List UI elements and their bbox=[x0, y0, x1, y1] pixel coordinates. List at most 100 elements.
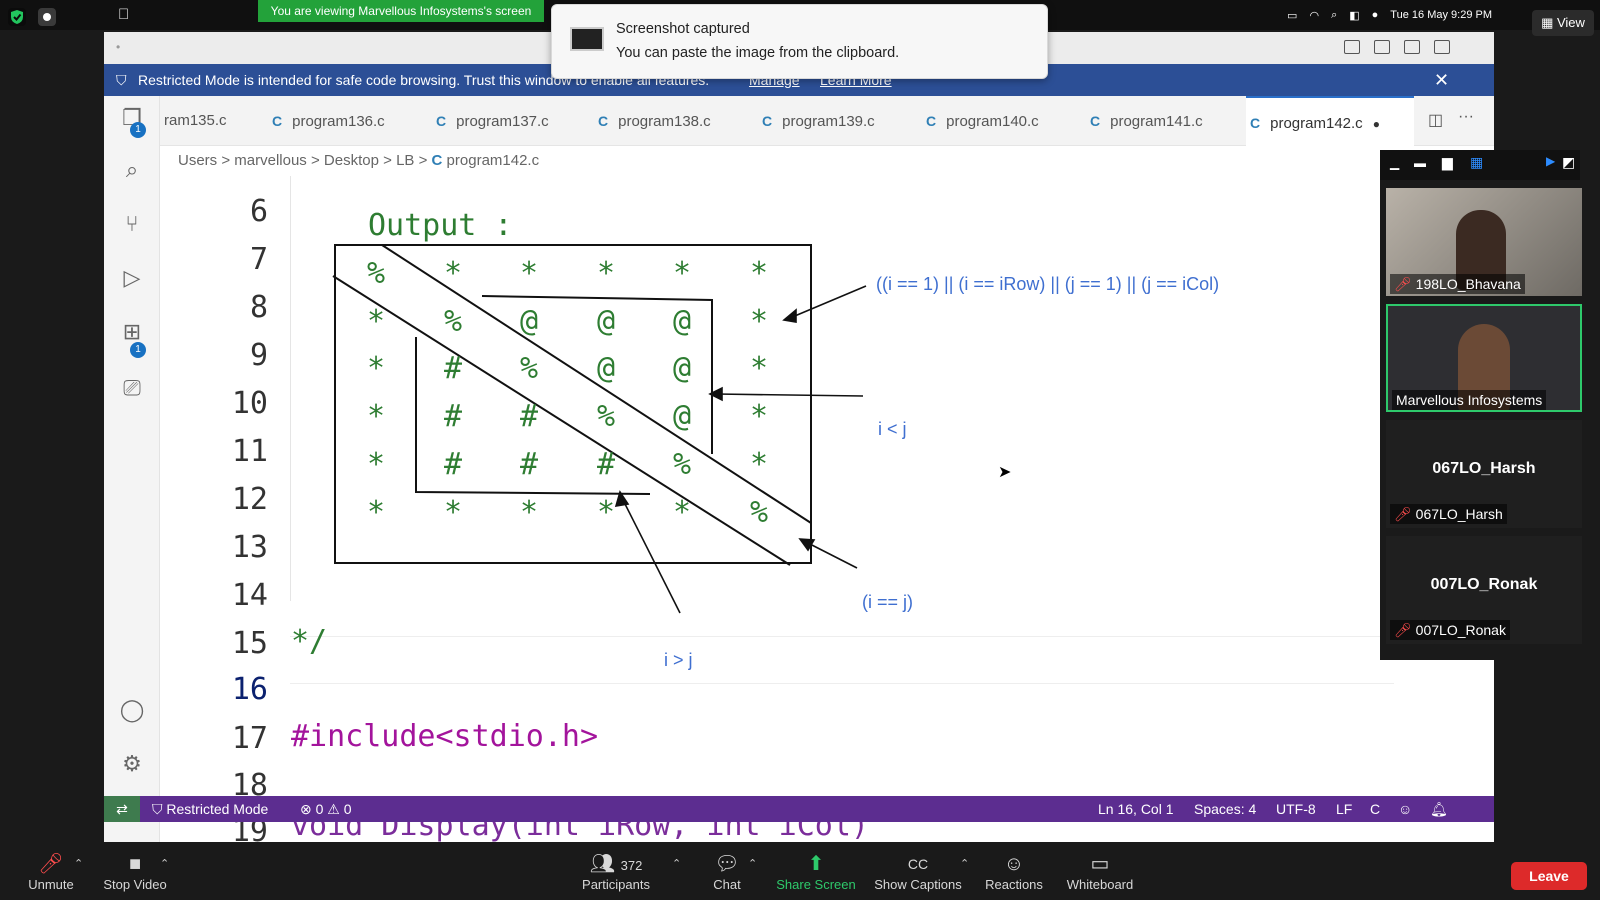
chat-chevron-icon[interactable]: ⌃ bbox=[748, 857, 757, 870]
captions-chevron-icon[interactable]: ⌃ bbox=[960, 857, 969, 870]
cursor-position[interactable]: Ln 16, Col 1 bbox=[1098, 796, 1174, 822]
apple-icon[interactable]:  bbox=[118, 6, 129, 23]
hide-video-icon[interactable]: ▬ bbox=[1414, 156, 1426, 170]
eol-status[interactable]: LF bbox=[1336, 796, 1352, 822]
breadcrumb-item[interactable]: Users bbox=[178, 152, 217, 169]
audio-options-chevron-icon[interactable]: ⌃ bbox=[74, 857, 83, 870]
tab-program136[interactable]: Cprogram136.c bbox=[268, 96, 428, 146]
activity-bar: ❐ 1 ⌕ ⑂ ▷ ⊞ 1 ⎚ ◯ ⚙ bbox=[104, 96, 160, 842]
customize-layout-icon[interactable] bbox=[1434, 40, 1450, 54]
participants-chevron-icon[interactable]: ⌃ bbox=[672, 857, 681, 870]
more-actions-icon[interactable]: ··· bbox=[1458, 108, 1474, 126]
record-icon[interactable] bbox=[38, 8, 56, 26]
tab-program138[interactable]: Cprogram138.c bbox=[594, 96, 754, 146]
tab-program137[interactable]: Cprogram137.c bbox=[432, 96, 592, 146]
pattern-cell: @ bbox=[673, 304, 692, 339]
include-directive: #include<stdio.h> bbox=[291, 719, 599, 754]
split-editor-icon[interactable]: ◫ bbox=[1428, 110, 1443, 130]
language-status[interactable]: C bbox=[1370, 796, 1380, 822]
toggle-sidebar-icon[interactable] bbox=[1344, 40, 1360, 54]
share-screen-button[interactable]: ⬆ Share Screen bbox=[772, 849, 860, 900]
remote-icon[interactable]: ⇄ bbox=[104, 796, 140, 822]
tab-label: program137.c bbox=[456, 113, 549, 130]
speaker-view-icon[interactable]: ▆ bbox=[1442, 154, 1453, 171]
tab-label: program142.c bbox=[1270, 115, 1363, 132]
tab-program141[interactable]: Cprogram141.c bbox=[1086, 96, 1246, 146]
search-icon[interactable]: ⌕ bbox=[1331, 9, 1337, 22]
next-page-icon[interactable]: ▶ bbox=[1546, 154, 1555, 168]
breadcrumb-item[interactable]: marvellous bbox=[234, 152, 307, 169]
problems-status[interactable]: ⊗ 0 ⚠ 0 bbox=[300, 796, 352, 822]
chat-button[interactable]: 💬︎ Chat bbox=[704, 849, 750, 900]
annotation-lower: i > j bbox=[664, 650, 693, 670]
c-file-icon: C bbox=[431, 152, 443, 169]
participant-tile-active-speaker[interactable]: Marvellous Infosystems bbox=[1386, 304, 1582, 412]
editor-area[interactable]: 6 7 8 9 10 11 12 13 14 15 16 17 18 19 Output : bbox=[160, 176, 1494, 842]
notification-message: You can paste the image from the clipboa… bbox=[616, 45, 900, 61]
pattern-cell: * bbox=[444, 495, 463, 530]
siri-icon[interactable]: ● bbox=[1372, 9, 1379, 21]
tab-program139[interactable]: Cprogram139.c bbox=[758, 96, 918, 146]
cc-icon: CC bbox=[907, 856, 929, 872]
explorer-badge: 1 bbox=[130, 122, 146, 138]
minimize-icon[interactable]: ▁ bbox=[1390, 156, 1399, 170]
restricted-mode-status[interactable]: ⛉ Restricted Mode bbox=[152, 796, 268, 822]
whiteboard-icon: ▭ bbox=[1090, 853, 1110, 875]
remote-explorer-icon[interactable]: ⎚ bbox=[116, 372, 148, 404]
battery-icon[interactable]: ▭ bbox=[1287, 9, 1297, 22]
gallery-view-icon[interactable]: ▦ bbox=[1470, 154, 1483, 171]
participants-button[interactable]: 👥︎ 372 Participants bbox=[574, 849, 658, 900]
gear-icon[interactable]: ⚙ bbox=[116, 748, 148, 780]
pattern-cell: * bbox=[367, 447, 386, 482]
tab-program135[interactable]: ram135.c bbox=[160, 96, 264, 146]
tab-program142[interactable]: Cprogram142.c ● bbox=[1246, 96, 1414, 146]
toggle-panel-icon[interactable] bbox=[1374, 40, 1390, 54]
pop-out-icon[interactable]: ◩ bbox=[1562, 154, 1575, 171]
grid-icon: ▦ bbox=[1541, 15, 1557, 30]
share-screen-icon: ⬆ bbox=[807, 853, 825, 875]
tab-label: program141.c bbox=[1110, 113, 1203, 130]
breadcrumb-item[interactable]: LB bbox=[396, 152, 414, 169]
run-debug-icon[interactable]: ▷ bbox=[116, 262, 148, 294]
tab-program140[interactable]: Cprogram140.c bbox=[922, 96, 1082, 146]
leave-button[interactable]: Leave bbox=[1511, 862, 1587, 890]
chat-label: Chat bbox=[713, 877, 741, 892]
encoding-status[interactable]: UTF-8 bbox=[1276, 796, 1316, 822]
search-icon[interactable]: ⌕ bbox=[116, 154, 148, 186]
pattern-cell: # bbox=[520, 447, 539, 482]
toggle-secondary-sidebar-icon[interactable] bbox=[1404, 40, 1420, 54]
arrow-border bbox=[789, 285, 867, 319]
pattern-cell: * bbox=[750, 256, 769, 291]
account-icon[interactable]: ◯ bbox=[116, 694, 148, 726]
source-control-icon[interactable]: ⑂ bbox=[116, 208, 148, 240]
video-options-chevron-icon[interactable]: ⌃ bbox=[160, 857, 169, 870]
indentation-status[interactable]: Spaces: 4 bbox=[1194, 796, 1256, 822]
pattern-cell: * bbox=[367, 351, 386, 386]
reactions-button[interactable]: ☺ Reactions bbox=[982, 849, 1046, 900]
pattern-cell: % bbox=[750, 495, 769, 530]
whiteboard-button[interactable]: ▭ Whiteboard bbox=[1062, 849, 1138, 900]
pattern-cell: @ bbox=[597, 304, 616, 339]
shield-check-icon[interactable] bbox=[8, 8, 26, 26]
annotation-diagonal: (i == j) bbox=[862, 592, 914, 612]
zoom-view-button[interactable]: ▦ View bbox=[1532, 10, 1594, 36]
pattern-cell: * bbox=[597, 256, 616, 291]
view-label: View bbox=[1556, 15, 1585, 30]
breadcrumb-item[interactable]: program142.c bbox=[447, 152, 540, 169]
participant-tile[interactable]: 🎤︎ 198LO_Bhavana bbox=[1386, 188, 1582, 296]
warning-count: 0 bbox=[343, 801, 352, 817]
participant-tile[interactable]: 007LO_Ronak 🎤︎ 007LO_Ronak bbox=[1386, 536, 1582, 644]
unsaved-dot-icon: ● bbox=[1372, 117, 1380, 131]
feedback-icon[interactable]: ☺ bbox=[1398, 796, 1412, 822]
breadcrumb-item[interactable]: Desktop bbox=[324, 152, 379, 169]
clock-text[interactable]: Tue 16 May 9:29 PM bbox=[1390, 9, 1492, 21]
screenshot-notification[interactable]: Screenshot captured You can paste the im… bbox=[551, 4, 1048, 79]
annotation-upper: i < j bbox=[878, 419, 907, 439]
show-captions-button[interactable]: CC Show Captions bbox=[872, 849, 964, 900]
lower-diag-line bbox=[332, 275, 791, 566]
close-icon[interactable]: ✕ bbox=[1434, 64, 1449, 96]
wifi-icon[interactable]: ◠ bbox=[1309, 9, 1319, 22]
control-center-icon[interactable]: ◧ bbox=[1349, 9, 1359, 22]
bell-icon[interactable]: 🔔︎ bbox=[1430, 796, 1448, 822]
participant-tile[interactable]: 067LO_Harsh 🎤︎ 067LO_Harsh bbox=[1386, 420, 1582, 528]
